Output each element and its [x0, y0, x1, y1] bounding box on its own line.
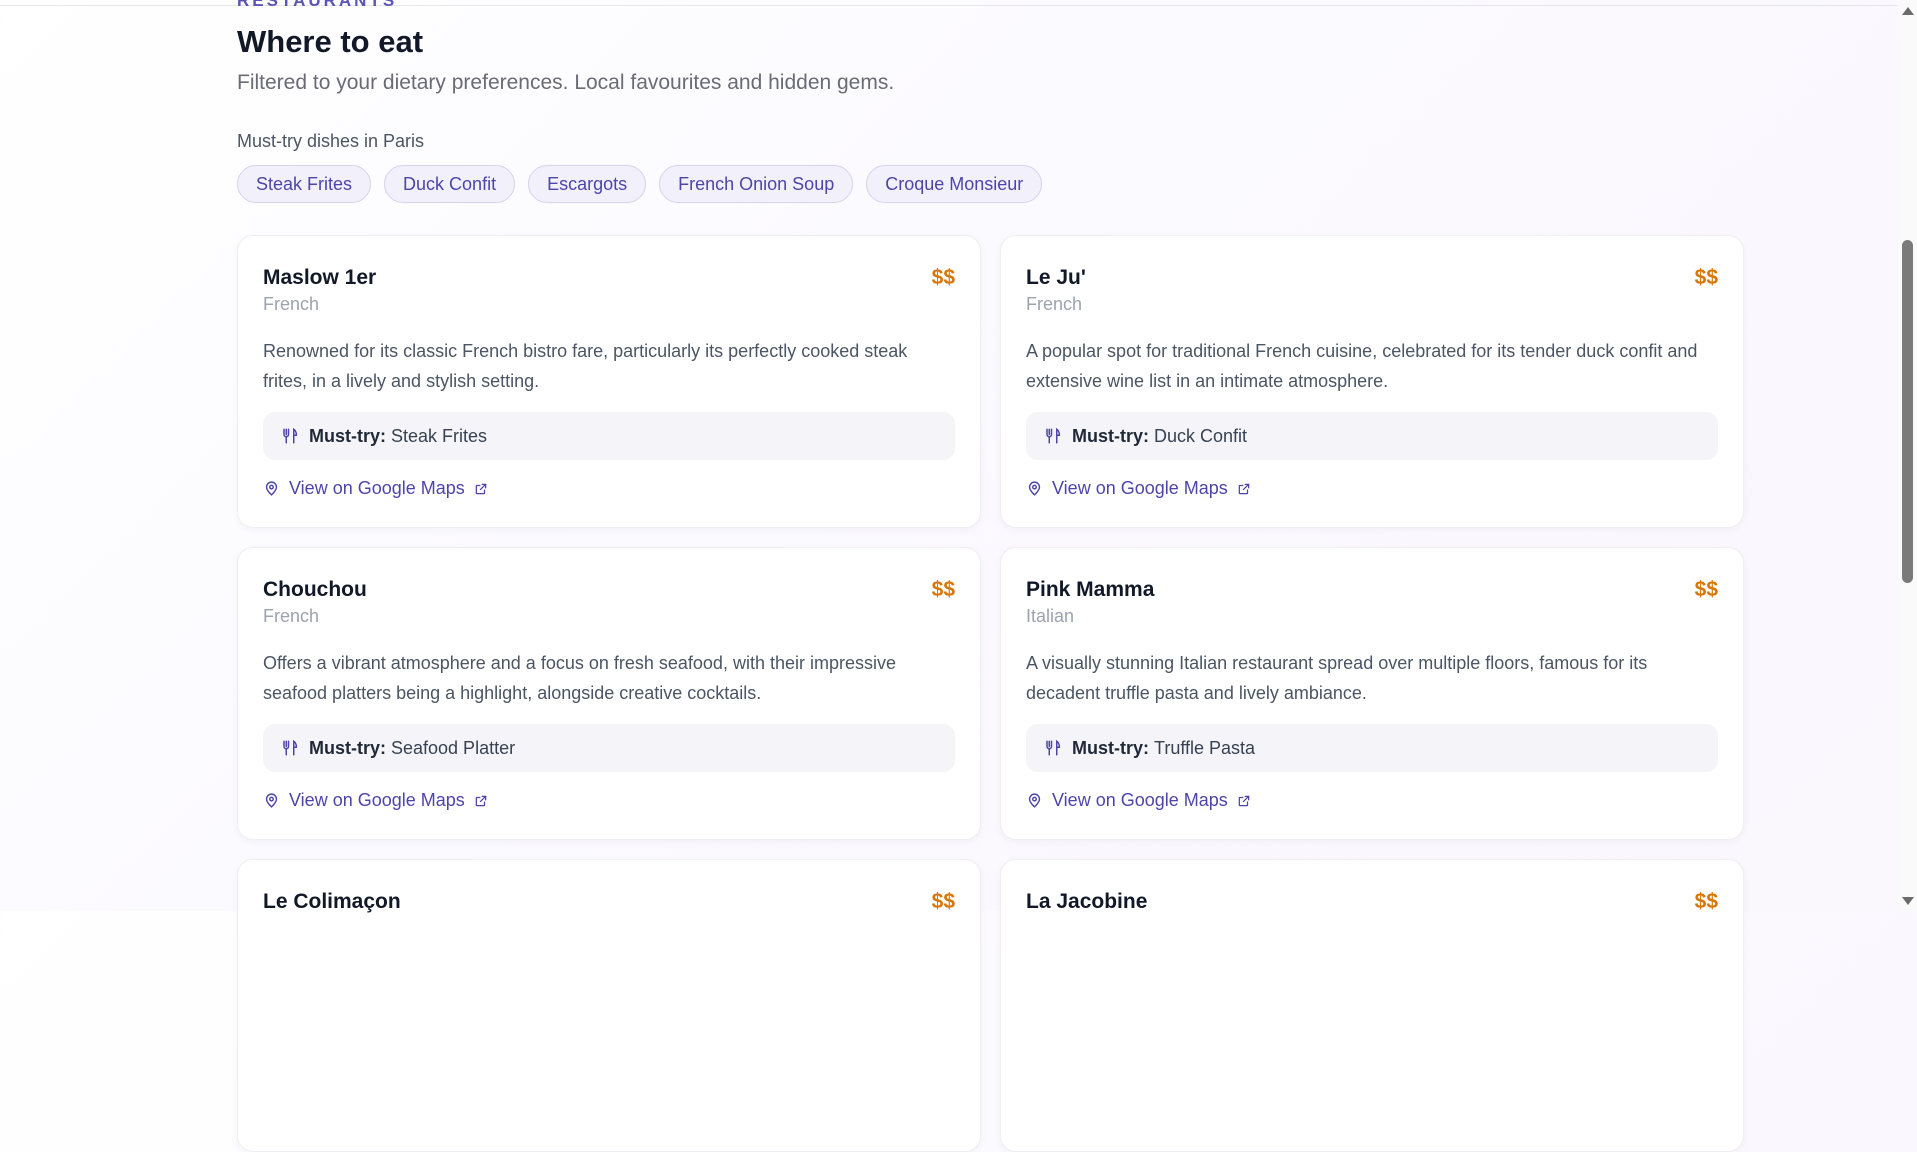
map-pin-icon	[265, 481, 278, 496]
restaurant-description: Renowned for its classic French bistro f…	[263, 341, 908, 391]
fork-knife-icon	[1046, 427, 1061, 444]
section-subtitle: Filtered to your dietary preferences. Lo…	[237, 71, 895, 94]
google-maps-link[interactable]: View on Google Maps	[1026, 790, 1251, 811]
restaurant-card: Pink Mamma $$ Italian A visually stunnin…	[1000, 547, 1744, 840]
must-try-box: Must-try: Steak Frites	[263, 412, 955, 460]
map-pin-icon	[1028, 481, 1041, 496]
price-level: $$	[931, 890, 955, 913]
restaurant-card: Maslow 1er $$ French Renowned for its cl…	[237, 235, 981, 528]
price-level: $$	[1694, 266, 1718, 289]
google-maps-link[interactable]: View on Google Maps	[263, 790, 488, 811]
must-try-box: Must-try: Duck Confit	[1026, 412, 1718, 460]
google-maps-link[interactable]: View on Google Maps	[263, 478, 488, 499]
dish-chip[interactable]: French Onion Soup	[659, 165, 854, 203]
vertical-scrollbar[interactable]	[1898, 0, 1917, 911]
restaurant-name: Pink Mamma	[1026, 578, 1155, 601]
must-try-dish: Seafood Platter	[391, 737, 516, 758]
restaurant-name: Maslow 1er	[263, 266, 377, 289]
scroll-up-arrow-icon[interactable]	[1902, 7, 1914, 15]
external-link-icon	[475, 483, 487, 494]
dish-chip[interactable]: Duck Confit	[384, 165, 516, 203]
dish-chip[interactable]: Croque Monsieur	[866, 165, 1043, 203]
must-try-dish: Duck Confit	[1154, 425, 1248, 446]
cuisine-label: Italian	[1026, 606, 1075, 626]
cuisine-label: French	[263, 606, 320, 626]
maps-link-label[interactable]: View on Google Maps	[1052, 478, 1228, 499]
dish-chips: Steak Frites Duck Confit Escargots Frenc…	[237, 165, 1043, 203]
must-try-label: Must-try:	[309, 425, 386, 446]
dish-chip[interactable]: Escargots	[528, 165, 647, 203]
map-pin-icon	[1028, 793, 1041, 808]
restaurant-name: Le Colimaçon	[263, 890, 401, 913]
restaurant-card: Le Ju' $$ French A popular spot for trad…	[1000, 235, 1744, 528]
must-try-box: Must-try: Seafood Platter	[263, 724, 955, 772]
restaurant-name: Le Ju'	[1026, 266, 1086, 289]
section-title: Where to eat	[237, 24, 424, 59]
restaurant-name: La Jacobine	[1026, 890, 1148, 913]
fork-knife-icon	[283, 739, 298, 756]
restaurant-description: A popular spot for traditional French cu…	[1026, 341, 1698, 391]
restaurant-card: Chouchou $$ French Offers a vibrant atmo…	[237, 547, 981, 840]
must-try-box: Must-try: Truffle Pasta	[1026, 724, 1718, 772]
google-maps-link[interactable]: View on Google Maps	[1026, 478, 1251, 499]
price-level: $$	[1694, 890, 1718, 913]
price-level: $$	[931, 578, 955, 601]
price-level: $$	[1694, 578, 1718, 601]
must-try-label: Must-try:	[309, 737, 386, 758]
scrollbar-thumb[interactable]	[1902, 240, 1913, 583]
restaurant-card: La Jacobine $$	[1000, 859, 1744, 1152]
external-link-icon	[1238, 795, 1250, 806]
section-eyebrow: Restaurants	[237, 0, 398, 10]
scroll-down-arrow-icon[interactable]	[1902, 897, 1914, 905]
map-pin-icon	[265, 793, 278, 808]
must-try-dish: Steak Frites	[391, 425, 488, 446]
external-link-icon	[1238, 483, 1250, 494]
restaurant-description: Offers a vibrant atmosphere and a focus …	[263, 653, 896, 703]
external-link-icon	[475, 795, 487, 806]
maps-link-label[interactable]: View on Google Maps	[289, 790, 465, 811]
dish-chip[interactable]: Steak Frites	[237, 165, 372, 203]
restaurant-description: A visually stunning Italian restaurant s…	[1026, 653, 1648, 703]
restaurant-name: Chouchou	[263, 578, 367, 601]
restaurant-grid: Maslow 1er $$ French Renowned for its cl…	[237, 235, 1744, 1152]
restaurant-card: Le Colimaçon $$	[237, 859, 981, 1152]
fork-knife-icon	[1046, 739, 1061, 756]
cuisine-label: French	[1026, 294, 1083, 314]
maps-link-label[interactable]: View on Google Maps	[289, 478, 465, 499]
cuisine-label: French	[263, 294, 320, 314]
fork-knife-icon	[283, 427, 298, 444]
must-try-label: Must-try:	[1072, 425, 1149, 446]
price-level: $$	[931, 266, 955, 289]
must-try-dish: Truffle Pasta	[1154, 737, 1256, 758]
must-try-label: Must-try:	[1072, 737, 1149, 758]
maps-link-label[interactable]: View on Google Maps	[1052, 790, 1228, 811]
must-try-dishes-heading: Must-try dishes in Paris	[237, 131, 425, 151]
